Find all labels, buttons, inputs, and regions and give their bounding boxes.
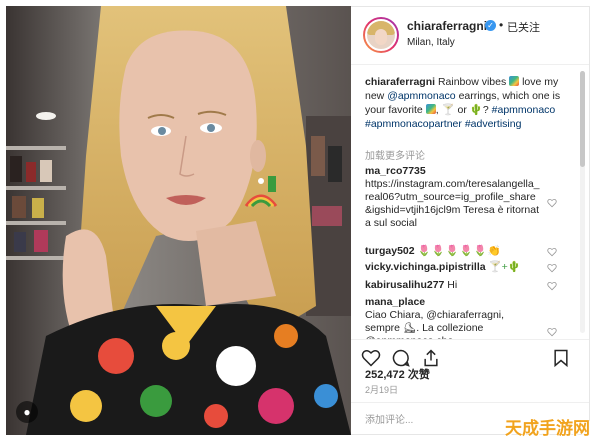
post-date: 2月19日 <box>365 385 399 395</box>
caption-text-1: Rainbow vibes <box>437 76 507 88</box>
comment-text: Ciao Chiara, @chiaraferragni, sempre ⛸. … <box>365 309 505 339</box>
likes-count[interactable]: 252,472 次赞 <box>365 366 430 382</box>
load-more-comments-link[interactable]: 加载更多评论 <box>365 147 425 162</box>
heart-outline-icon[interactable] <box>361 348 381 368</box>
caption-hashtag[interactable]: #apmmonaco <box>492 104 556 116</box>
comment-item: turgay502 🌷🌷🌷🌷🌷👏 <box>365 245 565 258</box>
comment-like-heart-icon[interactable] <box>547 327 557 337</box>
video-badge-icon: ● <box>16 401 38 423</box>
comment-item: ma_rco7735 https://instagram.com/teresal… <box>365 165 565 230</box>
caption-hashtag[interactable]: #advertising <box>465 118 522 130</box>
post-header: chiaraferragni ✓ • 已关注 Milan, Italy <box>351 7 589 65</box>
rainbow-emoji-icon <box>425 104 436 114</box>
share-upload-icon[interactable] <box>421 348 441 368</box>
bookmark-icon[interactable] <box>551 348 571 368</box>
avatar[interactable] <box>363 17 399 53</box>
caption-username[interactable]: chiaraferragni <box>365 76 435 88</box>
comment-username[interactable]: mana_place <box>365 296 565 309</box>
comment-like-heart-icon[interactable] <box>547 247 557 257</box>
caption-text-5: ? <box>482 104 489 116</box>
post-username[interactable]: chiaraferragni <box>407 19 487 33</box>
comment-username[interactable]: ma_rco7735 <box>365 165 565 178</box>
rainbow-emoji-icon <box>509 76 520 86</box>
comment-item: mana_place Ciao Chiara, @chiaraferragni,… <box>365 296 565 339</box>
post-photo-illustration <box>6 6 351 435</box>
header-separator-dot: • <box>499 18 504 32</box>
page-frame: ● chiaraferragni ✓ • 已关注 Milan, Italy ch… <box>0 0 596 441</box>
post-caption: chiaraferragni Rainbow vibes love my new… <box>365 76 561 130</box>
comments-list[interactable]: chiaraferragni Rainbow vibes love my new… <box>351 65 589 339</box>
comment-item: kabirusalihu277 Hi <box>365 279 565 292</box>
post-location[interactable]: Milan, Italy <box>407 37 455 48</box>
post-panel: chiaraferragni ✓ • 已关注 Milan, Italy chia… <box>351 6 590 435</box>
comment-like-heart-icon[interactable] <box>547 281 557 291</box>
comment-text: 🌷🌷🌷🌷🌷 <box>417 245 488 257</box>
cactus-emoji-icon: 🌵 <box>469 104 483 116</box>
comment-text: https://instagram.com/teresalangella_rea… <box>365 178 540 229</box>
comment-text: Hi <box>447 279 458 291</box>
caption-mention[interactable]: @apmmonaco <box>387 90 455 102</box>
site-watermark: 天成手游网 <box>505 419 590 439</box>
comment-like-heart-icon[interactable] <box>547 198 557 208</box>
post-photo[interactable]: ● <box>6 6 351 435</box>
comment-username[interactable]: turgay502 <box>365 245 415 257</box>
comment-text: 🍸+🌵 <box>488 261 521 273</box>
comment-like-heart-icon[interactable] <box>547 263 557 273</box>
comment-username[interactable]: kabirusalihu277 <box>365 279 444 291</box>
caption-text-4: or <box>457 104 467 116</box>
following-button[interactable]: 已关注 <box>507 19 540 35</box>
verified-badge-icon: ✓ <box>485 20 496 31</box>
comment-item: vicky.vichinga.pipistrilla 🍸+🌵 <box>365 261 565 274</box>
comment-username[interactable]: vicky.vichinga.pipistrilla <box>365 261 486 273</box>
speech-bubble-icon[interactable] <box>391 348 411 368</box>
hand-emoji-icon: 👏 <box>487 245 501 257</box>
avatar-image <box>365 19 397 51</box>
comments-scrollbar-thumb[interactable] <box>580 71 585 167</box>
caption-hashtag[interactable]: #apmmonacopartner <box>365 118 462 130</box>
cocktail-emoji-icon: 🍸 <box>441 104 455 116</box>
